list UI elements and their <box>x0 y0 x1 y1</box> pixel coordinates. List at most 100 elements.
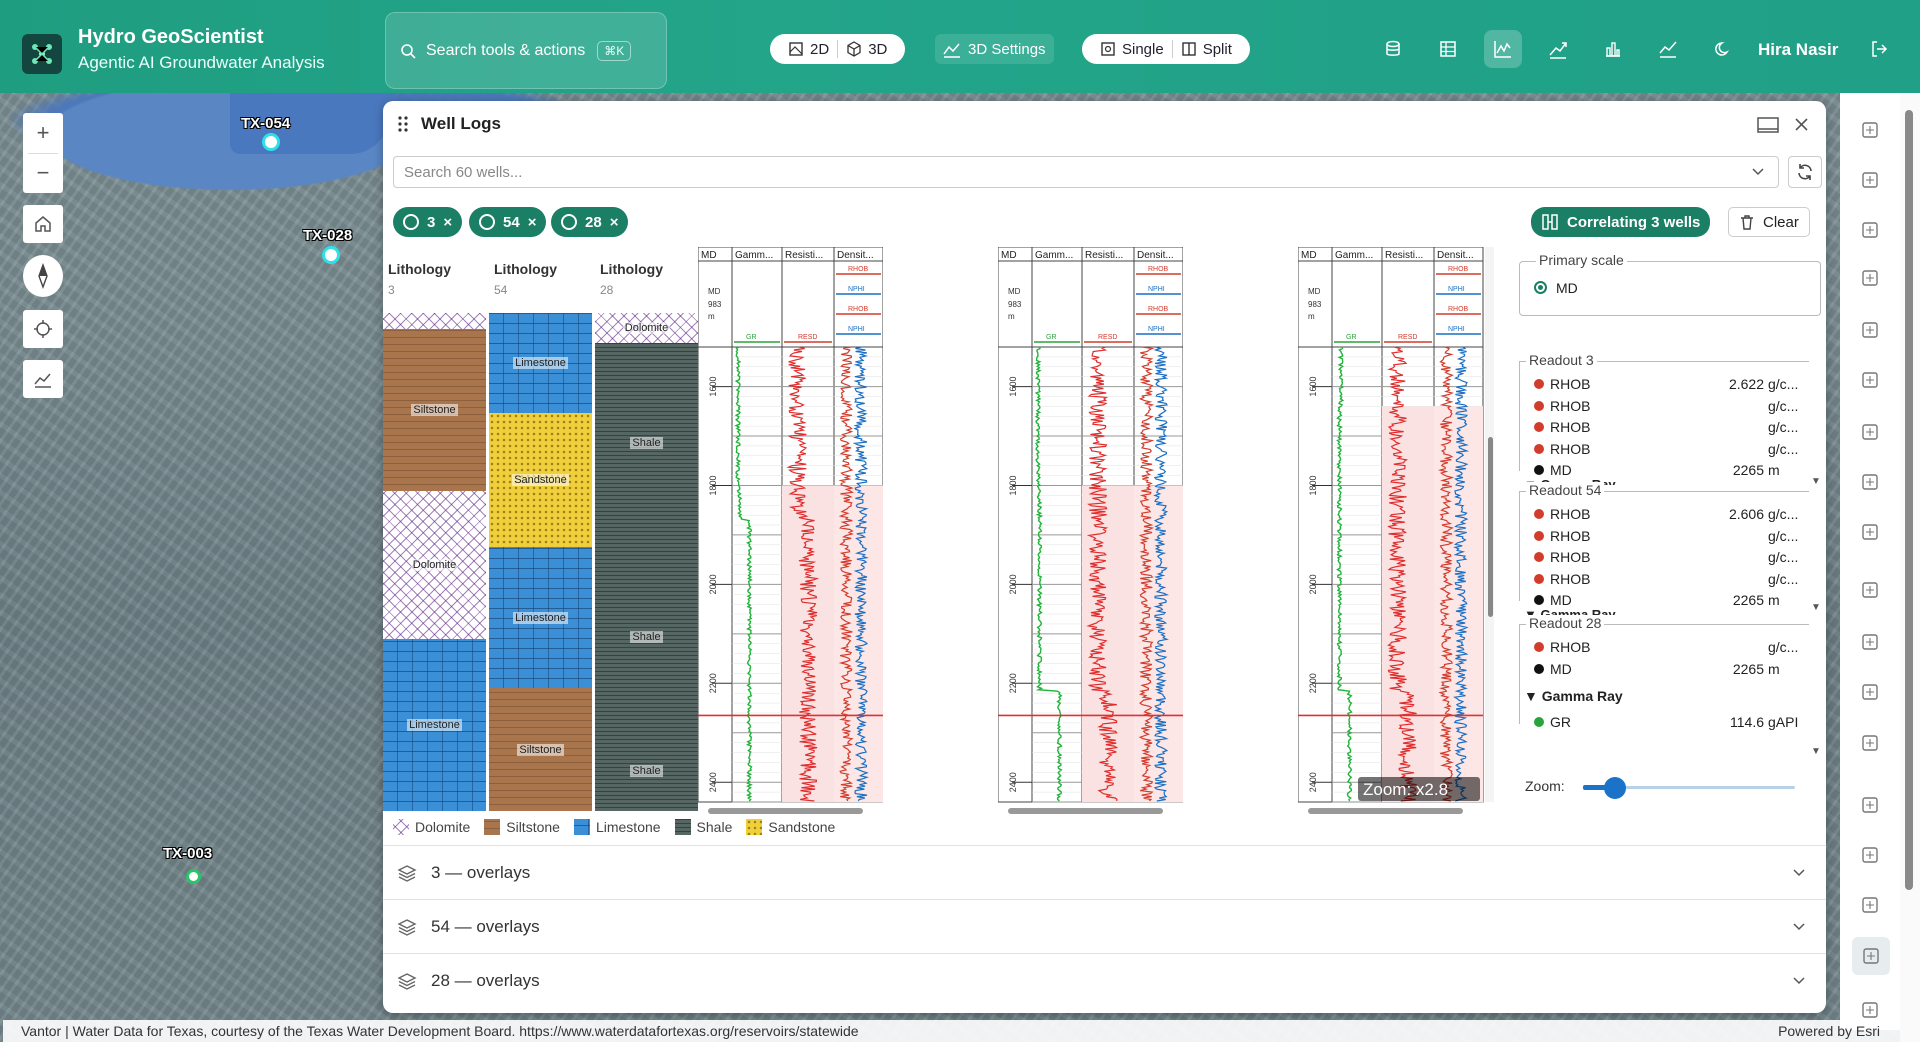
view-3d-button[interactable]: 3D <box>838 41 895 58</box>
layers-icon[interactable] <box>1860 220 1882 242</box>
filter-icon[interactable] <box>1860 320 1882 342</box>
page-scrollbar-thumb[interactable] <box>1905 110 1913 890</box>
table-button[interactable] <box>1435 36 1461 62</box>
readout-unit: g/c... <box>1768 570 1799 587</box>
depth-tick-label: 1800 <box>1308 475 1318 495</box>
logout-icon <box>1872 41 1888 57</box>
lithology-column-3: Siltstone Dolomite Limestone <box>383 313 486 811</box>
depth-tick-label: 2400 <box>708 772 718 792</box>
unit-limestone: Limestone <box>383 639 486 811</box>
readout-section-collapsed[interactable]: ▼ Gamma Ray <box>1524 608 1616 615</box>
zoom-out-button[interactable]: − <box>37 153 50 193</box>
log-tracks-well-54[interactable]: MD Gamm... Resisti... Densit... MD 983 m GR RESD… <box>998 247 1183 817</box>
well-chip-54[interactable]: 54 × <box>469 207 547 237</box>
track-hscroll-thumb[interactable] <box>1308 808 1463 814</box>
compass-button[interactable] <box>23 255 63 297</box>
curve-label: NPHI <box>1148 326 1165 333</box>
chevron-down-icon[interactable] <box>1752 167 1764 177</box>
drag-handle-icon[interactable] <box>397 115 409 133</box>
layout-single-button[interactable]: Single <box>1092 41 1172 58</box>
home-button[interactable] <box>23 205 63 243</box>
well-search-input[interactable]: Search 60 wells... <box>393 156 1779 188</box>
pencil-icon[interactable] <box>1860 422 1882 444</box>
edit-icon[interactable] <box>1860 472 1882 494</box>
chevron-down-icon <box>1793 977 1805 985</box>
overlay-accordion-3[interactable]: 3 — overlays <box>383 845 1826 899</box>
zoom-slider-thumb[interactable] <box>1603 777 1626 799</box>
remove-chip-icon[interactable]: × <box>443 214 452 231</box>
3d-settings-button[interactable]: 3D Settings <box>935 34 1054 64</box>
well-logs-button[interactable] <box>1484 30 1522 68</box>
well-chip-3[interactable]: 3 × <box>393 207 463 237</box>
zoom-control: + − <box>23 113 63 193</box>
well-label-tx054: TX-054 <box>241 115 291 132</box>
analysis-icon <box>1659 41 1677 58</box>
command-search[interactable]: Search tools & actions ⌘K <box>385 12 667 89</box>
series-dot <box>1534 379 1544 389</box>
readout-unit: g/c... <box>1768 419 1799 435</box>
tag-icon[interactable] <box>1860 845 1882 867</box>
map-attribution: Vantor | Water Data for Texas, courtesy … <box>3 1020 1900 1042</box>
remove-chip-icon[interactable]: × <box>528 214 537 231</box>
track-hscroll-thumb[interactable] <box>708 808 863 814</box>
qr-grid-icon[interactable] <box>1852 937 1890 975</box>
readout-title: Readout 54 <box>1526 482 1605 498</box>
scroll-down-arrow[interactable]: ▼ <box>1811 746 1821 757</box>
log-tracks-well-28[interactable]: MD Gamm... Resisti... Densit... MD 983 m GR RESD… <box>1298 247 1508 817</box>
building-icon[interactable] <box>1860 120 1882 142</box>
md-header-text: 983 <box>708 300 722 309</box>
well-marker-tx028[interactable] <box>322 246 340 264</box>
trend-button[interactable] <box>1545 36 1571 62</box>
ruler-icon[interactable] <box>1860 370 1882 392</box>
satellite-icon[interactable] <box>1860 580 1882 602</box>
clear-button[interactable]: Clear <box>1728 207 1810 237</box>
log-tracks-well-3[interactable]: MD Gamm... Resisti... Densit... MD 983 m GR RESD… <box>698 247 883 817</box>
track-vscroll-thumb[interactable] <box>1488 437 1493 617</box>
well-marker-tx003[interactable] <box>186 869 201 884</box>
database-button[interactable] <box>1380 36 1406 62</box>
depth-tick-label: 2000 <box>708 574 718 594</box>
user-name[interactable]: Hira Nasir <box>1758 40 1838 60</box>
image-analysis-icon[interactable] <box>1860 632 1882 654</box>
gamma-ray-section[interactable]: ▼ Gamma Ray <box>1524 688 1623 704</box>
search-icon[interactable] <box>1860 268 1882 290</box>
correlate-button[interactable]: Correlating 3 wells <box>1531 207 1711 237</box>
overlay-accordion-28[interactable]: 28 — overlays <box>383 953 1826 1007</box>
gear-icon[interactable] <box>1860 522 1882 544</box>
scroll-down-arrow[interactable]: ▼ <box>1811 476 1821 487</box>
overlay-accordion-54[interactable]: 54 — overlays <box>383 899 1826 953</box>
refresh-button[interactable] <box>1788 156 1822 188</box>
logout-button[interactable] <box>1866 36 1892 62</box>
bookmark-icon[interactable] <box>1860 1000 1882 1022</box>
dark-mode-toggle[interactable] <box>1710 36 1736 62</box>
track-header: Densit... <box>837 250 874 261</box>
md-radio[interactable] <box>1534 281 1547 294</box>
view-2d-button[interactable]: 2D <box>780 41 837 58</box>
layout-split-button[interactable]: Split <box>1173 41 1240 58</box>
md-header-text: 983 <box>1008 300 1022 309</box>
track-hscroll-thumb[interactable] <box>1008 808 1163 814</box>
select-area-icon[interactable] <box>1860 733 1882 755</box>
well-chip-28[interactable]: 28 × <box>551 207 629 237</box>
locate-button[interactable] <box>23 310 63 348</box>
list-icon[interactable] <box>1860 895 1882 917</box>
powered-by[interactable]: Powered by Esri <box>1778 1023 1880 1039</box>
remove-chip-icon[interactable]: × <box>610 214 619 231</box>
bar-chart-button[interactable] <box>1600 36 1626 62</box>
analysis-button[interactable] <box>1655 36 1681 62</box>
readout-name: RHOB <box>1550 419 1591 435</box>
scroll-down-arrow[interactable]: ▼ <box>1811 602 1821 613</box>
history-icon[interactable] <box>1860 682 1882 704</box>
primary-scale-label: Primary scale <box>1536 252 1627 268</box>
eye-off-icon[interactable] <box>1860 795 1882 817</box>
legend-item: Shale <box>674 819 732 835</box>
elevation-profile-button[interactable] <box>23 360 63 398</box>
close-icon[interactable] <box>1795 118 1808 131</box>
zoom-in-button[interactable]: + <box>37 113 50 153</box>
primary-scale-group: Primary scale MD <box>1519 252 1821 316</box>
database-icon <box>1386 40 1400 56</box>
dock-icon[interactable] <box>1757 117 1779 133</box>
well-marker-tx054[interactable] <box>262 133 280 151</box>
readout-name: RHOB <box>1550 397 1591 414</box>
chart-box-icon[interactable] <box>1860 170 1882 192</box>
